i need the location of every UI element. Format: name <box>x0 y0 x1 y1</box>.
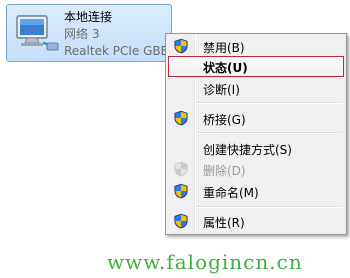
context-menu: 禁用(B) 状态(U) 诊断(I) 桥接(G) 创建快捷方式(S) 删除(D) … <box>165 33 347 235</box>
menu-separator <box>196 206 343 208</box>
uac-shield-icon <box>174 213 188 229</box>
menu-separator <box>196 132 343 134</box>
menu-item-delete: 删除(D) <box>168 159 344 180</box>
uac-shield-icon <box>174 110 188 126</box>
menu-item-status[interactable]: 状态(U) <box>168 56 344 77</box>
menu-separator <box>196 102 343 104</box>
menu-item-label: 删除(D) <box>203 164 246 178</box>
network-adapter-icon <box>16 15 59 51</box>
uac-shield-icon <box>174 161 188 177</box>
menu-item-bridge[interactable]: 桥接(G) <box>168 108 344 129</box>
menu-item-create-shortcut[interactable]: 创建快捷方式(S) <box>168 138 344 159</box>
menu-item-disable[interactable]: 禁用(B) <box>168 36 344 57</box>
uac-shield-icon <box>174 38 188 54</box>
menu-item-label: 诊断(I) <box>203 83 240 97</box>
uac-shield-icon <box>174 183 188 199</box>
menu-item-label: 禁用(B) <box>203 41 245 55</box>
adapter-device: Realtek PCIe GBE <box>64 44 169 58</box>
menu-item-label: 属性(R) <box>203 216 245 230</box>
network-adapter-tile[interactable]: 本地连接 网络 3 Realtek PCIe GBE <box>6 4 172 62</box>
adapter-name: 本地连接 <box>64 10 113 24</box>
menu-item-label: 创建快捷方式(S) <box>203 143 292 157</box>
menu-item-label: 状态(U) <box>203 61 248 75</box>
watermark-text: www.falogincn.cn <box>107 250 303 274</box>
adapter-network: 网络 3 <box>64 27 100 41</box>
menu-item-diagnose[interactable]: 诊断(I) <box>168 78 344 99</box>
menu-item-label: 桥接(G) <box>203 113 246 127</box>
menu-item-rename[interactable]: 重命名(M) <box>168 181 344 202</box>
menu-item-label: 重命名(M) <box>203 186 259 200</box>
menu-item-properties[interactable]: 属性(R) <box>168 211 344 232</box>
